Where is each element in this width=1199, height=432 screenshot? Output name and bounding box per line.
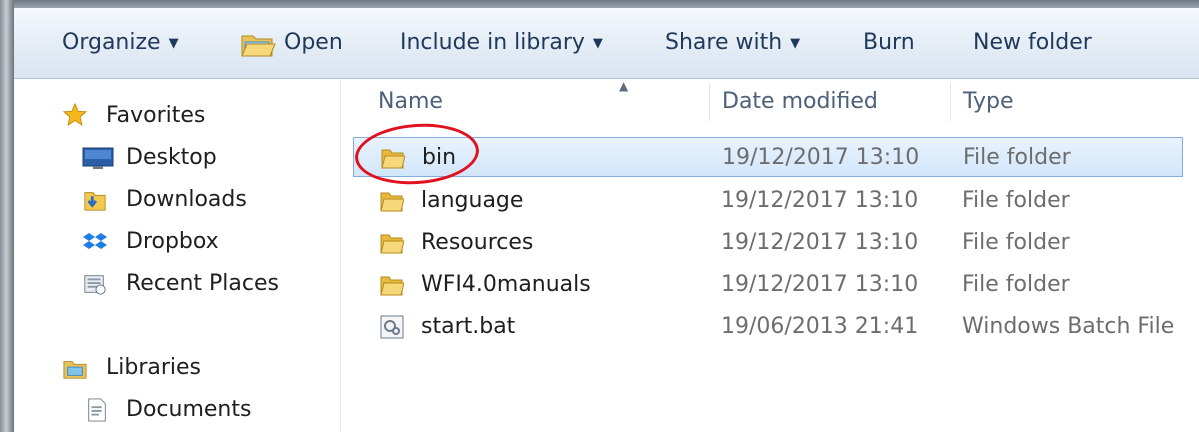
- column-divider[interactable]: [950, 83, 951, 121]
- burn-label: Burn: [863, 30, 915, 55]
- nav-downloads-label: Downloads: [126, 187, 247, 212]
- file-date-modified: 19/12/2017 13:10: [721, 230, 919, 255]
- desktop-icon: [82, 147, 114, 169]
- file-name: WFI4.0manuals: [421, 272, 591, 297]
- documents-icon: [88, 398, 106, 422]
- open-button[interactable]: Open: [241, 8, 343, 78]
- nav-favorites-label: Favorites: [106, 103, 206, 128]
- sort-ascending-icon: ▲: [619, 79, 629, 93]
- column-header-name[interactable]: Name: [378, 79, 443, 125]
- nav-documents-label: Documents: [126, 397, 252, 422]
- include-in-library-button[interactable]: Include in library ▼: [400, 8, 603, 78]
- file-type: File folder: [962, 272, 1070, 297]
- command-bar: Organize ▼ Open Include in library ▼ Share…: [14, 8, 1199, 79]
- open-folder-icon: [241, 35, 276, 57]
- nav-favorites[interactable]: Favorites: [62, 99, 205, 133]
- nav-recent-places-label: Recent Places: [126, 271, 279, 296]
- file-type: Windows Batch File: [962, 314, 1175, 339]
- burn-button[interactable]: Burn: [863, 8, 915, 78]
- share-with-label: Share with: [665, 30, 783, 55]
- nav-libraries[interactable]: Libraries: [62, 351, 201, 385]
- batch-file-icon: [380, 315, 404, 339]
- nav-item-documents[interactable]: Documents: [82, 393, 251, 427]
- open-label: Open: [284, 30, 343, 55]
- folder-icon: [380, 276, 404, 296]
- window-frame-top: [0, 0, 1199, 8]
- star-icon: [62, 103, 88, 127]
- column-header-date-modified[interactable]: Date modified: [722, 79, 878, 125]
- file-row[interactable]: start.bat 19/06/2013 21:41 Windows Batch F…: [353, 307, 1183, 347]
- file-name: start.bat: [421, 314, 516, 339]
- file-row[interactable]: WFI4.0manuals 19/12/2017 13:10 File folder: [353, 265, 1183, 305]
- file-type: File folder: [962, 188, 1070, 213]
- column-divider[interactable]: [709, 83, 710, 121]
- new-folder-label: New folder: [973, 30, 1092, 55]
- file-date-modified: 19/12/2017 13:10: [721, 188, 919, 213]
- recent-places-icon: [84, 275, 106, 295]
- file-type: File folder: [962, 230, 1070, 255]
- nav-desktop-label: Desktop: [126, 145, 217, 170]
- dropbox-icon: [83, 233, 107, 249]
- folder-icon: [380, 234, 404, 254]
- chevron-down-icon: ▼: [790, 36, 801, 51]
- file-list-pane: ▲ Name Date modified Type bin 19/12/2017 …: [341, 79, 1199, 432]
- downloads-folder-icon: [84, 192, 106, 211]
- file-row[interactable]: Resources 19/12/2017 13:10 File folder: [353, 223, 1183, 263]
- window-frame-left: [0, 0, 14, 432]
- navigation-pane: Favorites Desktop Downloads Dropbox Rece…: [14, 79, 341, 432]
- nav-item-desktop[interactable]: Desktop: [82, 141, 217, 175]
- nav-dropbox-label: Dropbox: [126, 229, 219, 254]
- column-header-type[interactable]: Type: [963, 79, 1014, 125]
- nav-libraries-label: Libraries: [106, 355, 202, 380]
- nav-item-dropbox[interactable]: Dropbox: [82, 225, 219, 259]
- file-row[interactable]: language 19/12/2017 13:10 File folder: [353, 181, 1183, 221]
- share-with-button[interactable]: Share with ▼: [665, 8, 800, 78]
- chevron-down-icon: ▼: [592, 36, 603, 51]
- chevron-down-icon: ▼: [168, 36, 179, 51]
- nav-item-downloads[interactable]: Downloads: [82, 183, 247, 217]
- nav-item-recent-places[interactable]: Recent Places: [82, 267, 279, 301]
- folder-icon: [380, 192, 404, 212]
- organize-label: Organize: [62, 30, 161, 55]
- include-in-library-label: Include in library: [400, 30, 585, 55]
- file-date-modified: 19/12/2017 13:10: [721, 272, 919, 297]
- organize-button[interactable]: Organize ▼: [62, 8, 179, 78]
- file-date-modified: 19/06/2013 21:41: [721, 314, 919, 339]
- file-name: language: [421, 188, 524, 213]
- libraries-icon: [63, 361, 87, 379]
- file-name: Resources: [421, 230, 534, 255]
- file-date-modified: 19/12/2017 13:10: [722, 145, 920, 170]
- file-type: File folder: [963, 145, 1071, 170]
- new-folder-button[interactable]: New folder: [973, 8, 1092, 78]
